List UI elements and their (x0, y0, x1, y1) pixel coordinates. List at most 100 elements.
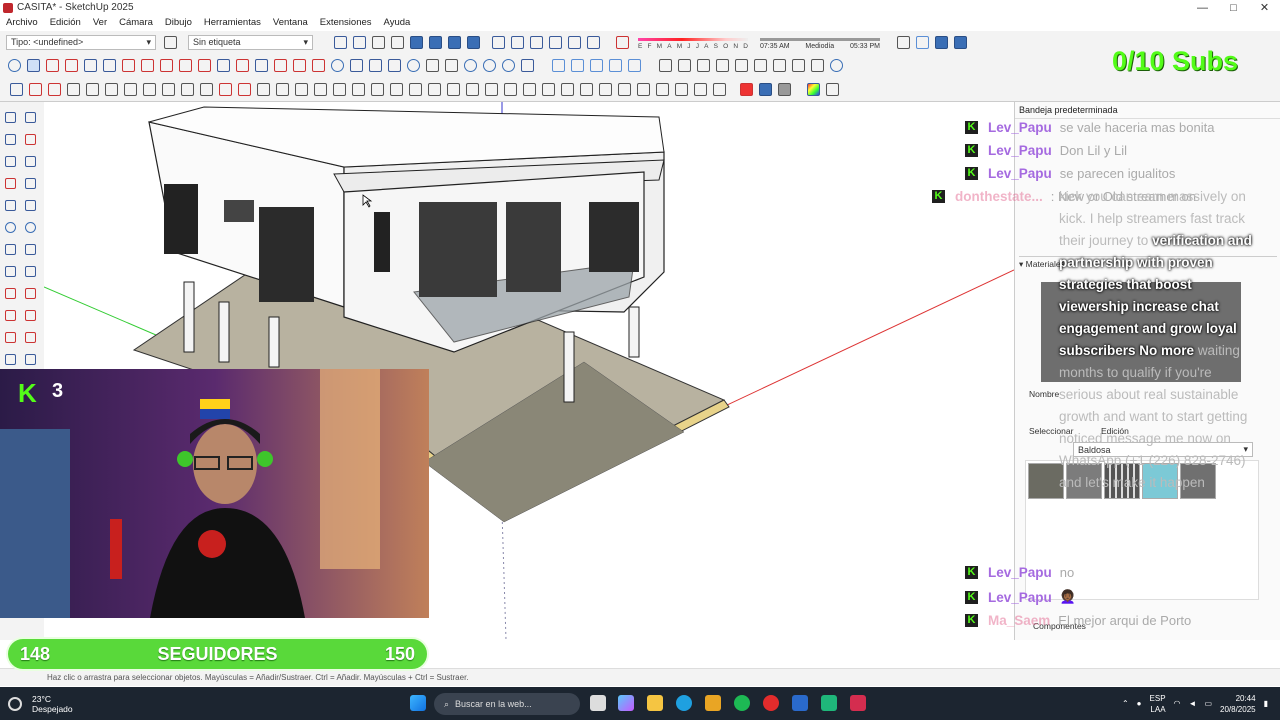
tape-icon[interactable] (5, 354, 16, 365)
rotate-tool-icon[interactable] (160, 59, 173, 72)
battery-icon[interactable]: ▭ (1204, 699, 1212, 708)
scale-icon[interactable] (5, 332, 16, 343)
tool-5-icon[interactable] (143, 83, 156, 96)
open-file-icon[interactable] (659, 59, 672, 72)
push-pull-icon[interactable] (122, 59, 135, 72)
select-icon[interactable] (5, 112, 16, 123)
file-explorer-icon[interactable] (647, 695, 663, 711)
arc-2-icon[interactable] (25, 244, 36, 255)
chevron-up-icon[interactable]: ⌃ (1122, 699, 1129, 708)
offset-icon[interactable] (25, 332, 36, 343)
edge-icon[interactable] (676, 695, 692, 711)
component-icon[interactable] (552, 59, 565, 72)
rectangle-icon[interactable] (5, 200, 16, 211)
array-icon[interactable] (609, 59, 622, 72)
polygon-icon[interactable] (25, 222, 36, 233)
pin-icon[interactable] (826, 83, 839, 96)
tool-3-icon[interactable] (105, 83, 118, 96)
tool-23-icon[interactable] (485, 83, 498, 96)
tool-21-icon[interactable] (447, 83, 460, 96)
maximize-button[interactable]: □ (1218, 2, 1249, 14)
tool-2-icon[interactable] (86, 83, 99, 96)
tool-13-icon[interactable] (295, 83, 308, 96)
tool-7-icon[interactable] (181, 83, 194, 96)
tool-11-icon[interactable] (257, 83, 270, 96)
push-pull-icon[interactable] (25, 288, 36, 299)
front-view-icon[interactable] (372, 35, 385, 49)
print-icon[interactable] (811, 59, 824, 72)
shadow-date-slider[interactable]: E F M A M J J A S O N D (638, 34, 748, 50)
rectangle-tool-icon[interactable] (103, 59, 116, 72)
zoom-extents-icon[interactable] (312, 59, 325, 72)
tool-34-icon[interactable] (694, 83, 707, 96)
line-tool-icon[interactable] (10, 83, 23, 96)
task-view-icon[interactable] (590, 695, 606, 711)
folder-icon[interactable] (678, 59, 691, 72)
paint-bucket-icon[interactable] (236, 59, 249, 72)
tool-25-icon[interactable] (523, 83, 536, 96)
menu-edicion[interactable]: Edición (44, 17, 87, 28)
tool-28-icon[interactable] (580, 83, 593, 96)
textured-icon[interactable] (549, 35, 562, 49)
menu-extensiones[interactable]: Extensiones (314, 17, 378, 28)
pan-icon[interactable] (274, 59, 287, 72)
rotated-rectangle-icon[interactable] (25, 200, 36, 211)
shadows-toggle-icon[interactable] (616, 35, 629, 49)
tool-8-icon[interactable] (200, 83, 213, 96)
pie-icon[interactable] (5, 266, 16, 277)
sandbox-stamp-icon[interactable] (483, 59, 496, 72)
weather-widget[interactable]: 23°C Despejado (32, 694, 73, 714)
right-view-icon[interactable] (391, 35, 404, 49)
extension-warehouse-icon[interactable] (759, 83, 772, 96)
undo-icon[interactable] (773, 59, 786, 72)
left-view-icon[interactable] (429, 35, 442, 49)
opera-icon[interactable] (763, 695, 779, 711)
save-icon[interactable] (697, 59, 710, 72)
tool-6-icon[interactable] (162, 83, 175, 96)
tool-1-icon[interactable] (67, 83, 80, 96)
sandbox-icon[interactable] (331, 59, 344, 72)
warehouse-icon[interactable] (407, 59, 420, 72)
shaded-icon[interactable] (530, 35, 543, 49)
eraser-icon[interactable] (46, 59, 59, 72)
scale-tool-icon[interactable] (179, 59, 192, 72)
search-icon[interactable] (8, 59, 21, 72)
xray-icon[interactable] (467, 35, 480, 49)
new-file-icon[interactable] (426, 59, 439, 72)
group-icon[interactable] (571, 59, 584, 72)
tool-10-icon[interactable] (238, 83, 251, 96)
select-tool-icon[interactable] (27, 59, 40, 72)
type-dropdown[interactable]: Tipo: <undefined> ▾ (6, 34, 156, 50)
color-picker-icon[interactable] (807, 83, 820, 96)
cube-icon[interactable] (778, 83, 791, 96)
intersect-icon[interactable] (388, 59, 401, 72)
offset-tool-icon[interactable] (198, 59, 211, 72)
outer-shell-icon[interactable] (369, 59, 382, 72)
taskbar-clock[interactable]: 20:44 20/8/2025 (1220, 693, 1256, 715)
tool-18-icon[interactable] (390, 83, 403, 96)
back-edges-icon[interactable] (587, 35, 600, 49)
top-view-icon[interactable] (353, 35, 366, 49)
section-plane-icon[interactable] (897, 35, 910, 49)
back-view-icon[interactable] (410, 35, 423, 49)
move-icon[interactable] (5, 288, 16, 299)
menu-herramientas[interactable]: Herramientas (198, 17, 267, 28)
iso-view-icon[interactable] (334, 35, 347, 49)
arc-icon[interactable] (5, 244, 16, 255)
dimension-icon[interactable] (25, 354, 36, 365)
model-info-icon[interactable] (830, 59, 843, 72)
section-cuts-icon[interactable] (935, 35, 948, 49)
menu-archivo[interactable]: Archivo (0, 17, 44, 28)
solid-tools-icon[interactable] (350, 59, 363, 72)
tool-20-icon[interactable] (428, 83, 441, 96)
menu-ver[interactable]: Ver (87, 17, 113, 28)
tool-30-icon[interactable] (618, 83, 631, 96)
shadow-time-slider[interactable]: 07:35 AM Mediodía 05:33 PM (760, 34, 880, 50)
tool-33-icon[interactable] (675, 83, 688, 96)
bottom-view-icon[interactable] (448, 35, 461, 49)
tool-12-icon[interactable] (276, 83, 289, 96)
tool-17-icon[interactable] (371, 83, 384, 96)
hidden-line-icon[interactable] (511, 35, 524, 49)
paint-icon[interactable] (5, 134, 16, 145)
display-section-icon[interactable] (916, 35, 929, 49)
